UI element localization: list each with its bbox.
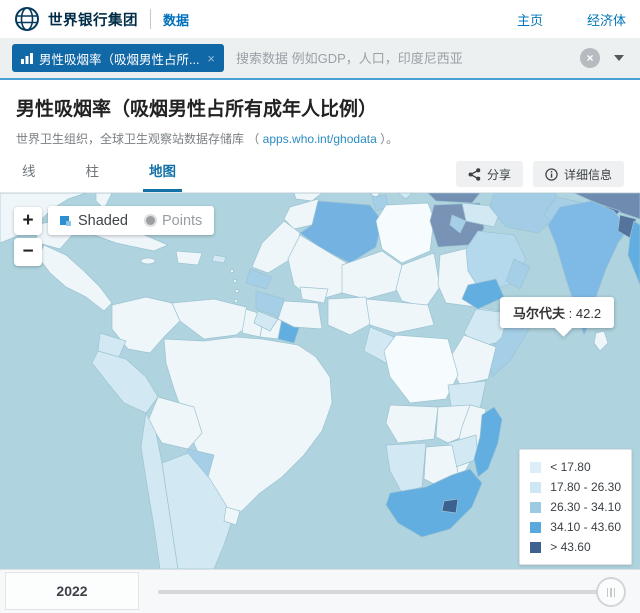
search-input[interactable] [224,51,580,66]
points-dot-icon [146,216,155,225]
details-button[interactable]: 详细信息 [533,161,624,187]
bar-chart-icon [21,52,33,64]
tab-line[interactable]: 线 [16,152,42,192]
legend-row: < 17.80 [530,457,621,477]
legend-row: 17.80 - 26.30 [530,477,621,497]
worldbank-globe-logo [14,6,40,32]
map-zoom-in-button[interactable]: + [14,207,42,235]
nav-economies-link[interactable]: 经济体 [587,10,626,29]
mode-points[interactable]: Points [146,213,202,229]
country-central-america[interactable] [38,245,112,311]
share-button-label: 分享 [487,166,511,183]
timeline-bar: 2022 [0,569,640,613]
source-link[interactable]: apps.who.int/ghodata [263,132,377,146]
indicator-chip[interactable]: 男性吸烟率（吸烟男性占所... × [12,44,224,72]
map-tooltip: 马尔代夫 : 42.2 [500,297,614,328]
search-dropdown-caret-icon[interactable] [614,55,624,61]
legend-swatch [530,502,541,513]
source-prefix: 世界卫生组织，全球卫生观察站数据存储库 （ [16,132,263,146]
info-icon [545,168,558,181]
country-burkina[interactable] [300,287,328,303]
mode-points-label: Points [162,213,202,229]
site-header: 世界银行集团 数据 主页 经济体 [0,0,640,38]
year-display[interactable]: 2022 [5,572,139,610]
legend-label: 26.30 - 34.10 [550,500,621,514]
country-greece-tip[interactable] [398,193,412,199]
mode-shaded[interactable]: Shaded [60,213,128,229]
timeline-slider-track[interactable] [158,590,618,594]
tooltip-country: 马尔代夫 [513,306,565,321]
page-title: 男性吸烟率（吸烟男性占所有成年人比例） [16,94,624,121]
brand-title[interactable]: 世界银行集团 [48,9,138,30]
country-venezuela[interactable] [172,299,252,339]
tab-bar[interactable]: 柱 [80,152,106,192]
search-bar: 男性吸烟率（吸烟男性占所... × × [0,38,640,80]
tab-map[interactable]: 地图 [143,152,182,192]
source-suffix: ）。 [377,132,398,146]
country-sri-lanka[interactable] [594,331,608,351]
chip-close-icon[interactable]: × [207,51,215,66]
country-hispaniola[interactable] [176,251,202,265]
data-section-link[interactable]: 数据 [163,10,189,29]
legend-swatch [530,522,541,533]
legend-row: 34.10 - 43.60 [530,517,621,537]
search-clear-icon[interactable]: × [580,48,600,68]
grip-icon [610,588,612,597]
country-drc[interactable] [384,335,458,403]
legend-label: < 17.80 [550,460,590,474]
country-angola[interactable] [386,405,438,443]
legend-swatch [530,542,541,553]
country-peru[interactable] [92,351,158,413]
indicator-chip-label: 男性吸烟率（吸烟男性占所... [39,49,199,68]
choropleth-map[interactable]: + − Shaded Points 马尔代夫 : 42.2 < 17.80 17… [0,193,640,569]
legend-label: 17.80 - 26.30 [550,480,621,494]
tooltip-separator: : [565,306,576,321]
shaded-squares-icon [60,216,71,226]
map-legend: < 17.80 17.80 - 26.30 26.30 - 34.10 34.1… [519,449,632,565]
nav-home-link[interactable]: 主页 [517,10,543,29]
tooltip-value: 42.2 [576,306,601,321]
country-jamaica[interactable] [141,258,155,264]
legend-swatch [530,462,541,473]
country-namibia[interactable] [386,443,426,493]
legend-label: 34.10 - 43.60 [550,520,621,534]
legend-swatch [530,482,541,493]
country-nigeria[interactable] [328,297,372,335]
country-turkey[interactable] [428,193,480,203]
map-mode-toggle: Shaded Points [48,206,214,235]
country-lesotho[interactable] [442,499,458,513]
share-icon [468,168,481,181]
lesser-antilles[interactable] [230,269,238,302]
chart-tabs: 线 柱 地图 分享 详细信息 [0,157,640,193]
legend-row: 26.30 - 34.10 [530,497,621,517]
legend-label: > 43.60 [550,540,590,554]
brand-divider [150,9,151,29]
country-puertorico[interactable] [212,255,226,263]
title-block: 男性吸烟率（吸烟男性占所有成年人比例） 世界卫生组织，全球卫生观察站数据存储库 … [0,80,640,157]
mode-shaded-label: Shaded [78,213,128,229]
timeline-slider-handle[interactable] [596,577,626,607]
details-button-label: 详细信息 [564,166,612,183]
share-button[interactable]: 分享 [456,161,523,187]
grip-icon [607,588,609,597]
legend-row: > 43.60 [530,537,621,557]
grip-icon [614,588,616,597]
map-zoom-out-button[interactable]: − [14,238,42,266]
source-line: 世界卫生组织，全球卫生观察站数据存储库 （ apps.who.int/ghoda… [16,130,624,147]
